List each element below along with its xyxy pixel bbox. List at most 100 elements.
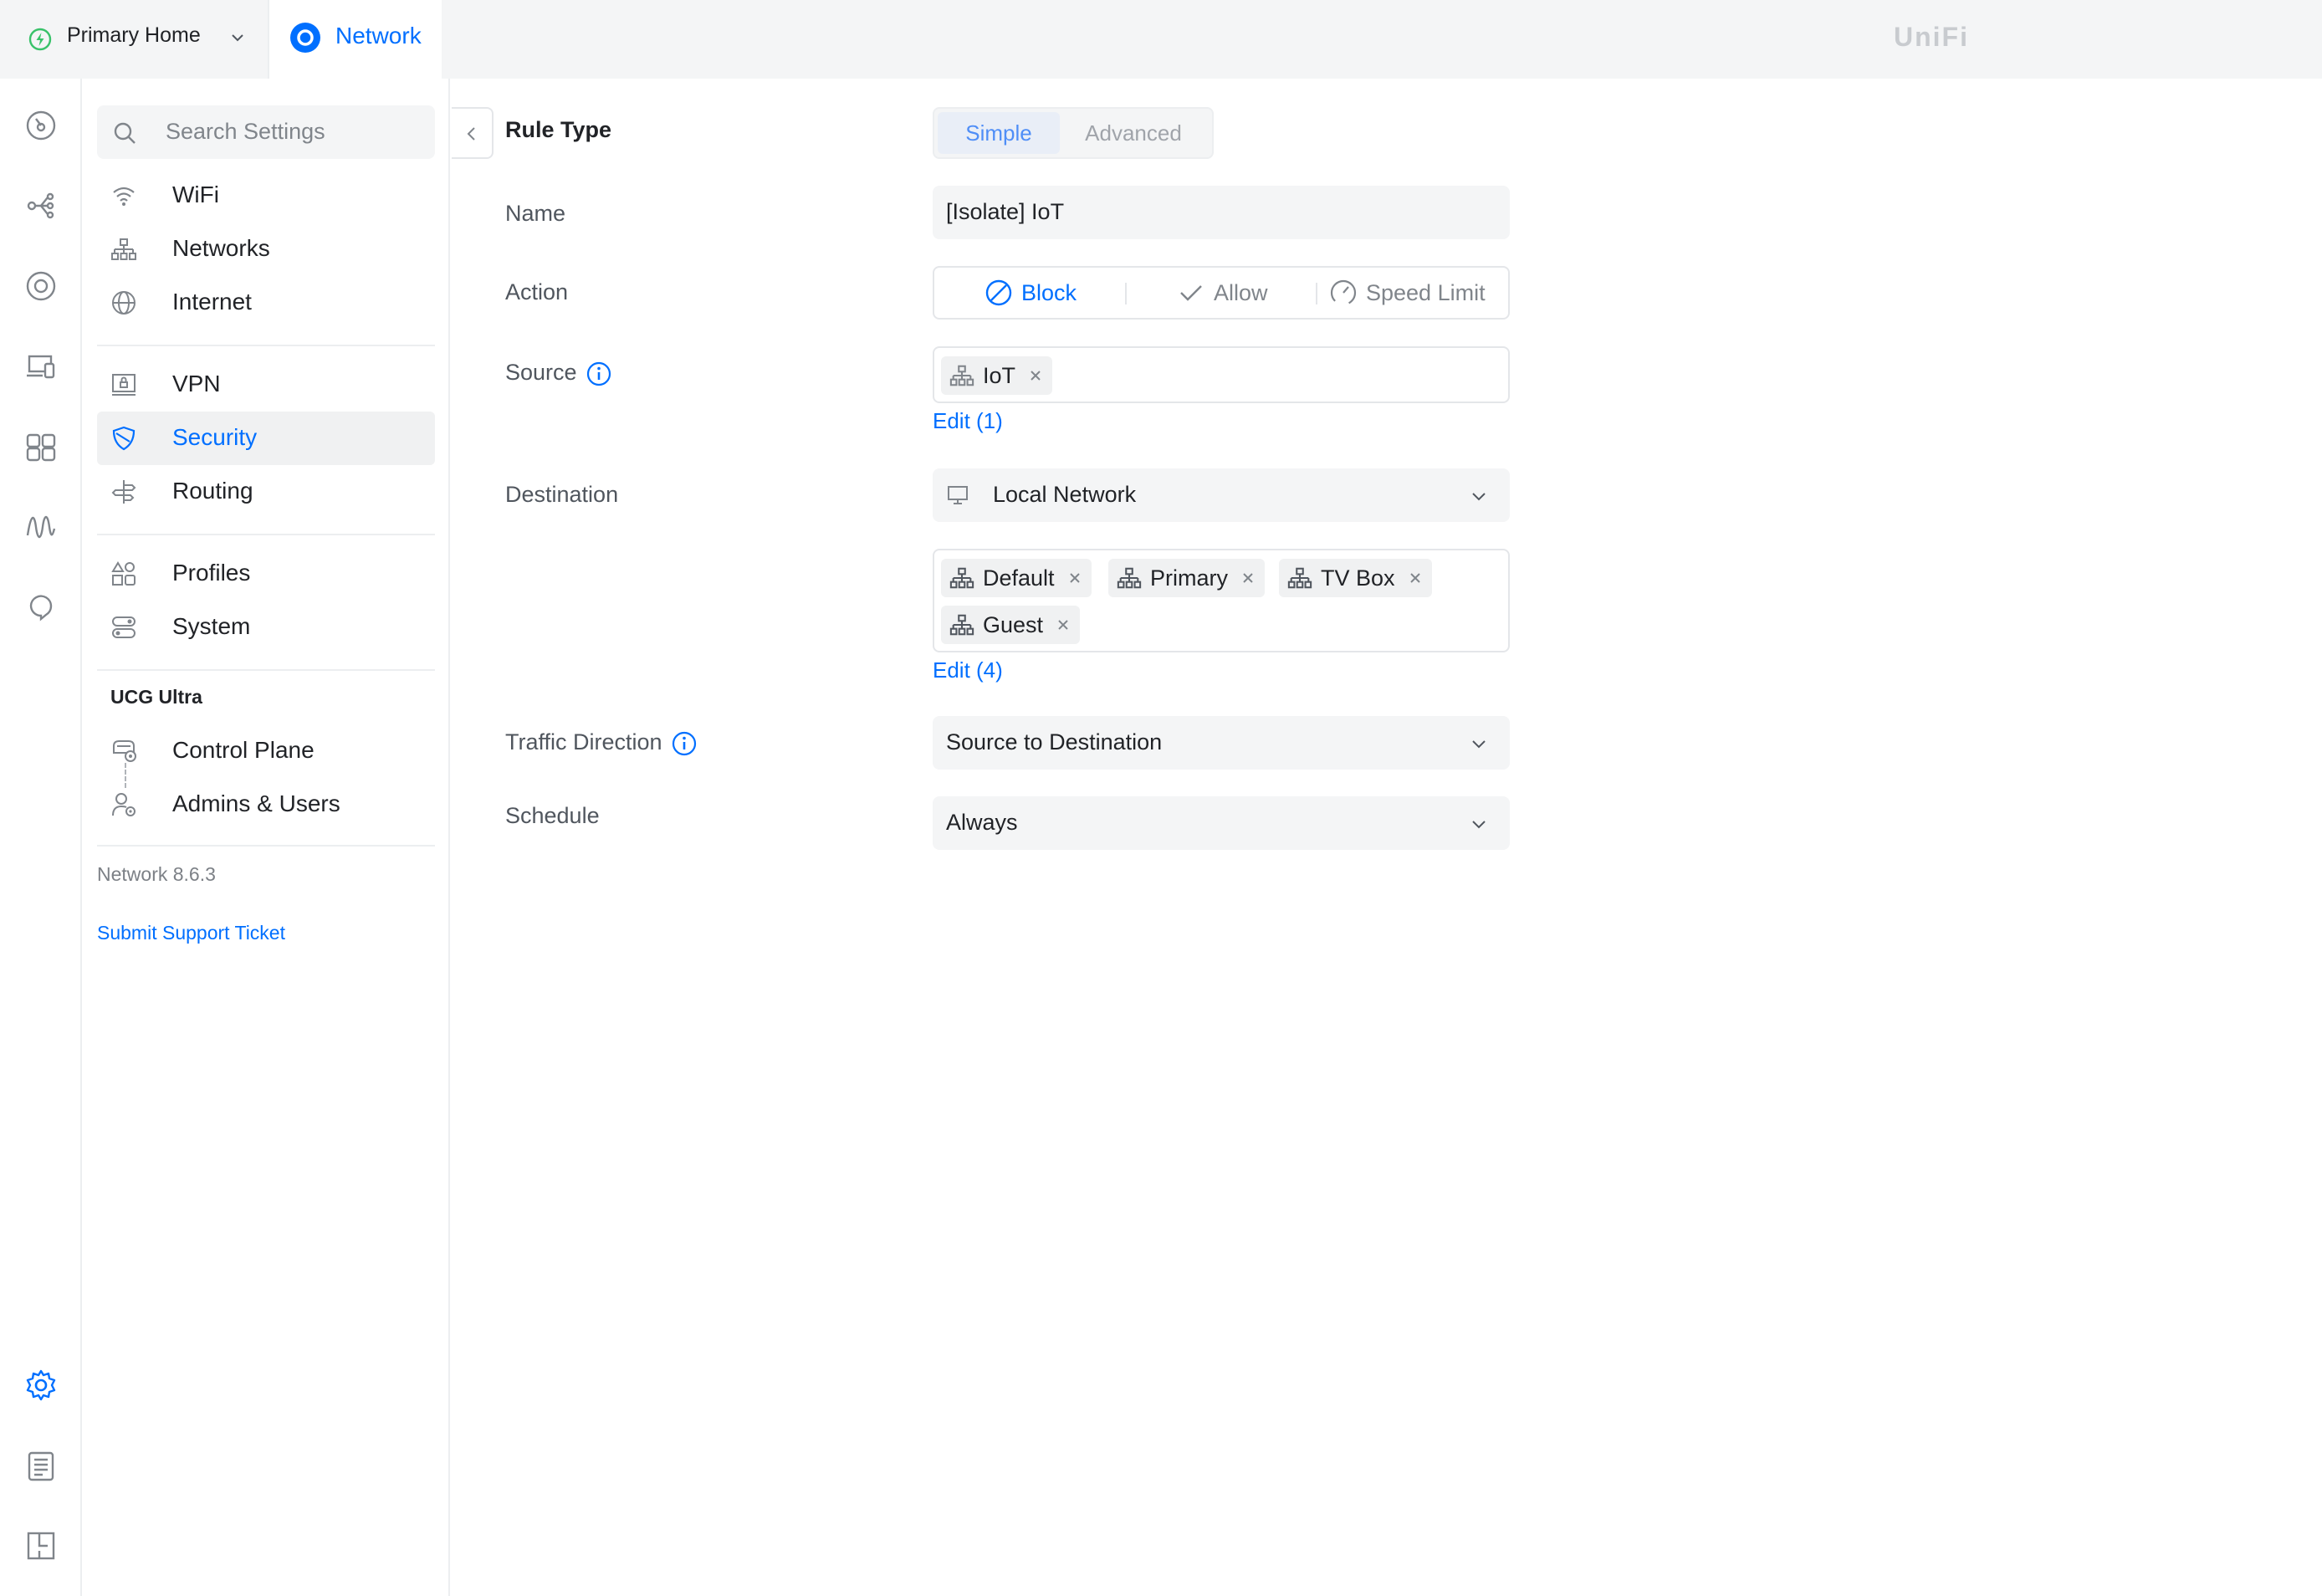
top-bar-content: UniFi (442, 0, 2322, 79)
client-devices-icon[interactable] (23, 348, 59, 385)
sidebar-divider (97, 534, 435, 535)
traffic-direction-label: Traffic Direction (505, 729, 698, 757)
close-icon[interactable] (1055, 616, 1071, 633)
dashboard-icon[interactable] (23, 107, 59, 144)
top-bar: Primary Home Network UniFi (0, 0, 2322, 79)
sidebar-item-label: Networks (172, 235, 270, 261)
rule-type-simple[interactable]: Simple (938, 112, 1060, 154)
info-icon[interactable] (671, 730, 698, 757)
collapse-sidebar-button[interactable] (452, 107, 494, 159)
networks-icon (111, 238, 136, 260)
gateway-icon (113, 740, 136, 762)
source-label: Source (505, 360, 612, 387)
sidebar-item-profiles[interactable]: Profiles (97, 547, 435, 601)
info-icon[interactable] (586, 361, 612, 387)
submit-support-ticket-link[interactable]: Submit Support Ticket (97, 922, 285, 944)
name-label: Name (505, 201, 566, 226)
destination-type-value: Local Network (993, 482, 1137, 507)
traffic-icon[interactable] (23, 509, 59, 545)
chevron-down-icon (1472, 821, 1486, 829)
sidebar-item-routing[interactable]: Routing (97, 465, 435, 519)
chevron-left-icon (467, 127, 475, 141)
sidebar-item-security[interactable]: Security (97, 412, 435, 465)
sidebar-item-label: WiFi (172, 182, 219, 207)
profiles-icon (111, 561, 136, 586)
network-icon (949, 614, 974, 636)
chip-label: TV Box (1321, 565, 1395, 591)
action-block-button[interactable]: Block (985, 268, 1077, 318)
search-icon (114, 122, 136, 144)
admins-icon (112, 793, 136, 816)
sidebar-item-internet[interactable]: Internet (97, 276, 435, 330)
sidebar-item-label: Admins & Users (172, 790, 340, 816)
app-tab-network[interactable]: Network (268, 0, 442, 79)
sidebar-item-system[interactable]: System (97, 601, 435, 654)
destination-chip: TV Box (1279, 559, 1432, 597)
destination-chip: Guest (941, 606, 1081, 644)
sidebar-item-label: Control Plane (172, 737, 315, 763)
topology-icon[interactable] (23, 187, 59, 224)
rule-type-advanced[interactable]: Advanced (1060, 112, 1207, 154)
destination-chip: Primary (1108, 559, 1265, 597)
routing-icon (111, 480, 136, 504)
close-icon[interactable] (1240, 570, 1256, 586)
close-icon[interactable] (1407, 570, 1424, 586)
traffic-direction-label-text: Traffic Direction (505, 729, 662, 755)
name-value: [Isolate] IoT (946, 199, 1065, 224)
sidebar-item-control-plane[interactable]: Control Plane (97, 724, 435, 778)
site-status-icon (28, 28, 52, 51)
action-allow-button[interactable]: Allow (1177, 268, 1268, 318)
check-icon (1180, 285, 1202, 301)
action-speed-limit-button[interactable]: Speed Limit (1329, 268, 1486, 318)
logs-icon[interactable] (23, 1447, 59, 1484)
schedule-label: Schedule (505, 803, 600, 828)
sidebar-item-label: System (172, 613, 251, 639)
system-icon (112, 616, 136, 638)
sidebar-item-vpn[interactable]: VPN (97, 358, 435, 412)
destination-chip-input[interactable]: Default Primary TV Box Guest (933, 549, 1510, 652)
sidebar-item-label: Routing (172, 478, 253, 504)
wifi-icon (113, 187, 135, 206)
sidebar-item-label: Internet (172, 289, 252, 315)
floorplan-icon[interactable] (23, 1527, 59, 1564)
action-label: Action (505, 279, 569, 304)
block-icon (985, 279, 1012, 306)
search-input[interactable]: Search Settings (97, 105, 435, 159)
sidebar-item-networks[interactable]: Networks (97, 223, 435, 276)
source-chip-input[interactable]: IoT (933, 346, 1510, 403)
close-icon[interactable] (1027, 367, 1044, 384)
sidebar-item-label: Security (172, 424, 258, 450)
settings-icon[interactable] (23, 1367, 59, 1404)
innerspace-icon[interactable] (23, 589, 59, 626)
chevron-down-icon (232, 34, 243, 42)
action-speed-limit-label: Speed Limit (1366, 279, 1486, 305)
source-label-text: Source (505, 360, 577, 385)
unifi-devices-icon[interactable] (23, 268, 59, 304)
insights-icon[interactable] (23, 428, 59, 465)
firewall-rule-form: Rule Type Simple Advanced Name [Isolate]… (452, 79, 2322, 1596)
schedule-select[interactable]: Always (933, 796, 1510, 850)
destination-edit-link[interactable]: Edit (4) (933, 657, 1003, 683)
sidebar-item-wifi[interactable]: WiFi (97, 169, 435, 223)
destination-type-select[interactable]: Local Network (933, 468, 1510, 522)
traffic-direction-select[interactable]: Source to Destination (933, 716, 1510, 770)
traffic-direction-value: Source to Destination (946, 729, 1163, 755)
search-placeholder: Search Settings (166, 119, 325, 144)
chip-label: IoT (983, 362, 1016, 388)
name-input[interactable]: [Isolate] IoT (933, 186, 1510, 239)
source-edit-link[interactable]: Edit (1) (933, 408, 1003, 434)
chevron-down-icon (1472, 740, 1486, 749)
site-switcher[interactable]: Primary Home (0, 0, 266, 79)
action-block-label: Block (1021, 279, 1077, 305)
close-icon[interactable] (1066, 570, 1083, 586)
app-name: Network (335, 23, 422, 49)
network-icon (1287, 567, 1312, 589)
destination-label: Destination (505, 482, 619, 507)
app-nav-rail (0, 79, 82, 1596)
schedule-value: Always (946, 810, 1018, 835)
brand-logo: UniFi (1894, 22, 1969, 52)
vpn-icon (112, 374, 136, 396)
device-section-title: UCG Ultra (110, 686, 202, 708)
sidebar-divider (97, 669, 435, 671)
sidebar-item-admins-users[interactable]: Admins & Users (97, 778, 435, 831)
